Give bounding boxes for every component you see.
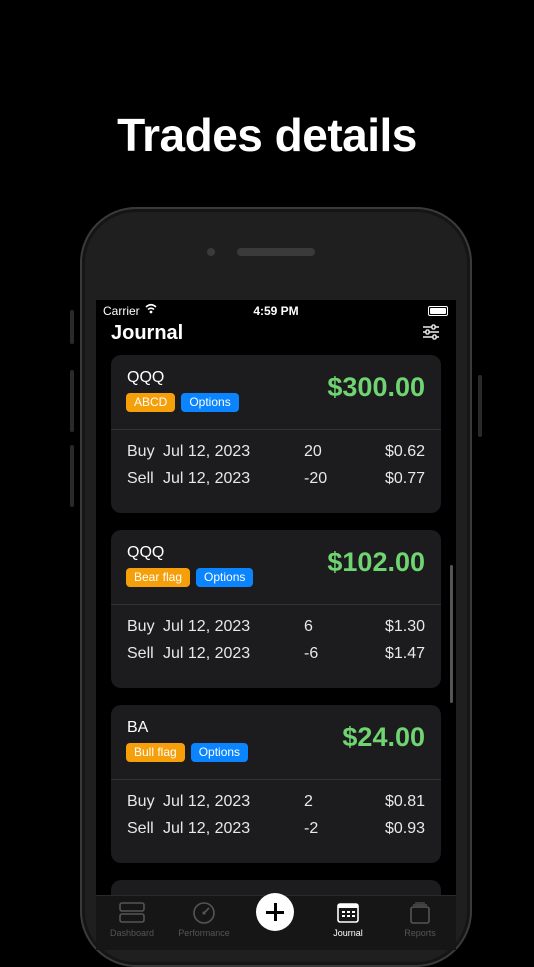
filter-icon[interactable] — [422, 324, 440, 340]
mute-switch — [70, 310, 74, 344]
trade-card[interactable]: BA Bull flag Options $24.00 Buy Jul 12, … — [111, 705, 441, 863]
trade-pnl: $300.00 — [327, 372, 425, 402]
trade-tags: Bear flag Options — [126, 568, 254, 587]
setup-tag: ABCD — [126, 393, 176, 412]
trade-card[interactable]: QQQ Bear flag Options $102.00 Buy Jul 12… — [111, 530, 441, 688]
leg-side: Sell — [127, 470, 154, 487]
add-trade-button[interactable] — [256, 893, 294, 931]
card-divider — [111, 779, 441, 780]
tab-label: Reports — [404, 928, 436, 938]
trade-leg-row: Sell Jul 12, 2023 -6 $1.47 — [127, 645, 425, 665]
leg-side: Sell — [127, 820, 154, 837]
tab-performance[interactable]: Performance — [168, 902, 240, 938]
tab-bar: Dashboard Performance Journal Reports — [96, 893, 456, 950]
card-divider — [111, 604, 441, 605]
tab-label: Journal — [333, 928, 363, 938]
trade-symbol: QQQ — [127, 544, 165, 561]
leg-qty: -2 — [304, 820, 319, 837]
trade-leg-row: Sell Jul 12, 2023 -20 $0.77 — [127, 470, 425, 490]
setup-tag: Bear flag — [126, 568, 191, 587]
trade-list: QQQ ABCD Options $300.00 Buy Jul 12, 202… — [111, 355, 441, 910]
type-tag: Options — [196, 568, 254, 587]
volume-down-button — [70, 445, 74, 507]
gauge-icon — [193, 902, 215, 924]
leg-qty: 6 — [304, 618, 313, 635]
leg-price: $0.93 — [384, 820, 425, 837]
headline: Trades details — [117, 109, 417, 161]
tab-dashboard[interactable]: Dashboard — [96, 902, 168, 938]
page-title: Journal — [111, 322, 184, 344]
leg-price: $0.77 — [384, 470, 425, 487]
trade-symbol: BA — [127, 719, 149, 736]
status-bar: Carrier 4:59 PM — [96, 300, 456, 320]
app-screen: Carrier 4:59 PM Journal QQQ ABCD Options… — [96, 300, 456, 950]
trade-symbol: QQQ — [127, 369, 165, 386]
leg-date: Jul 12, 2023 — [163, 618, 251, 635]
volume-up-button — [70, 370, 74, 432]
trade-leg-row: Buy Jul 12, 2023 2 $0.81 — [127, 793, 425, 813]
leg-qty: 2 — [304, 793, 313, 810]
battery-icon — [428, 306, 448, 316]
tab-label: Dashboard — [109, 928, 155, 938]
calendar-icon — [337, 903, 359, 923]
leg-price: $1.30 — [384, 618, 425, 635]
trade-pnl: $102.00 — [327, 547, 425, 577]
scrollbar[interactable] — [450, 565, 453, 703]
trade-pnl: $24.00 — [342, 722, 425, 752]
tab-label: Performance — [178, 928, 230, 938]
card-divider — [111, 429, 441, 430]
leg-price: $0.62 — [384, 443, 425, 460]
dashboard-icon — [119, 902, 145, 923]
leg-price: $0.81 — [384, 793, 425, 810]
trade-leg-row: Sell Jul 12, 2023 -2 $0.93 — [127, 820, 425, 840]
leg-side: Buy — [127, 618, 155, 635]
front-camera — [207, 248, 215, 256]
leg-date: Jul 12, 2023 — [163, 470, 251, 487]
trade-leg-row: Buy Jul 12, 2023 6 $1.30 — [127, 618, 425, 638]
tab-journal[interactable]: Journal — [312, 902, 384, 938]
setup-tag: Bull flag — [126, 743, 185, 762]
trade-tags: ABCD Options — [126, 393, 239, 412]
leg-side: Sell — [127, 645, 154, 662]
leg-price: $1.47 — [384, 645, 425, 662]
type-tag: Options — [181, 393, 239, 412]
clock: 4:59 PM — [253, 304, 299, 318]
type-tag: Options — [190, 743, 249, 762]
leg-qty: 20 — [304, 443, 322, 460]
leg-date: Jul 12, 2023 — [163, 820, 251, 837]
power-button — [478, 375, 482, 437]
tab-reports[interactable]: Reports — [384, 902, 456, 938]
trade-leg-row: Buy Jul 12, 2023 20 $0.62 — [127, 443, 425, 463]
leg-side: Buy — [127, 793, 155, 810]
leg-date: Jul 12, 2023 — [163, 645, 251, 662]
trade-tags: Bull flag Options — [126, 743, 249, 762]
leg-side: Buy — [127, 443, 155, 460]
trade-card[interactable]: QQQ ABCD Options $300.00 Buy Jul 12, 202… — [111, 355, 441, 513]
earpiece-speaker — [237, 248, 315, 256]
reports-icon — [410, 902, 430, 924]
leg-date: Jul 12, 2023 — [163, 793, 251, 810]
leg-qty: -20 — [304, 470, 328, 487]
leg-qty: -6 — [304, 645, 319, 662]
leg-date: Jul 12, 2023 — [163, 443, 251, 460]
